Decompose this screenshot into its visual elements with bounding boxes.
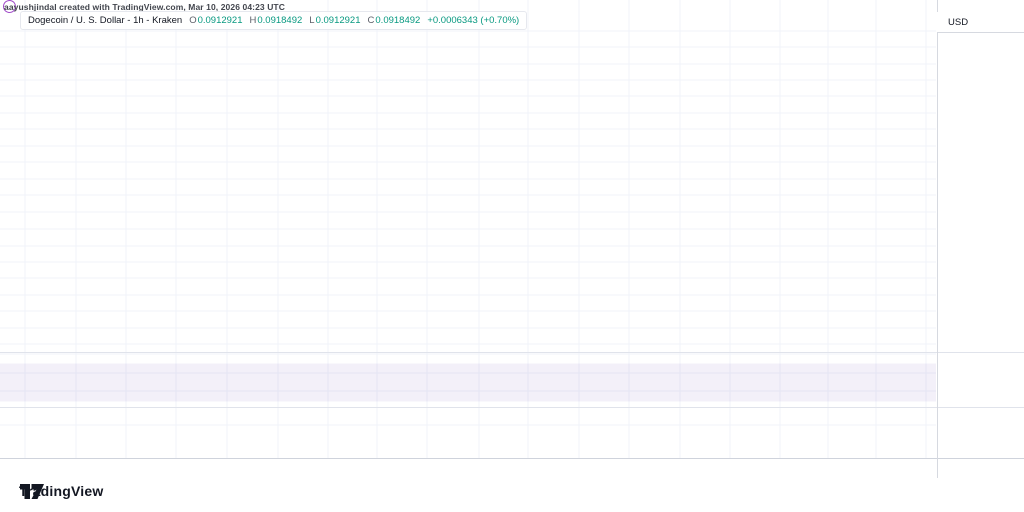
tradingview-chart-screenshot: aayushjindal created with TradingView.co… bbox=[0, 0, 1024, 512]
rsi-band bbox=[0, 364, 936, 402]
tradingview-logo[interactable]: TradingView bbox=[19, 483, 103, 499]
currency-selector[interactable]: USD bbox=[937, 12, 1024, 33]
symbol-info-bar[interactable]: Dogecoin / U. S. Dollar - 1h - Kraken O0… bbox=[20, 11, 527, 30]
change-value: +0.0006343 (+0.70%) bbox=[427, 15, 519, 26]
symbol-title[interactable]: Dogecoin / U. S. Dollar - 1h - Kraken bbox=[28, 15, 182, 26]
ohlc-high: H0.0918492 bbox=[250, 15, 303, 26]
chart-canvas[interactable] bbox=[0, 0, 1024, 512]
time-axis-border bbox=[0, 458, 1024, 459]
ohlc-low: L0.0912921 bbox=[309, 15, 360, 26]
ohlc-open: O0.0912921 bbox=[189, 15, 242, 26]
pane-separator-macd[interactable] bbox=[0, 407, 1024, 408]
price-axis-border bbox=[937, 0, 938, 478]
ohlc-close: C0.0918492 bbox=[368, 15, 421, 26]
pane-separator-rsi[interactable] bbox=[0, 352, 1024, 353]
tradingview-logo-icon bbox=[19, 483, 45, 500]
